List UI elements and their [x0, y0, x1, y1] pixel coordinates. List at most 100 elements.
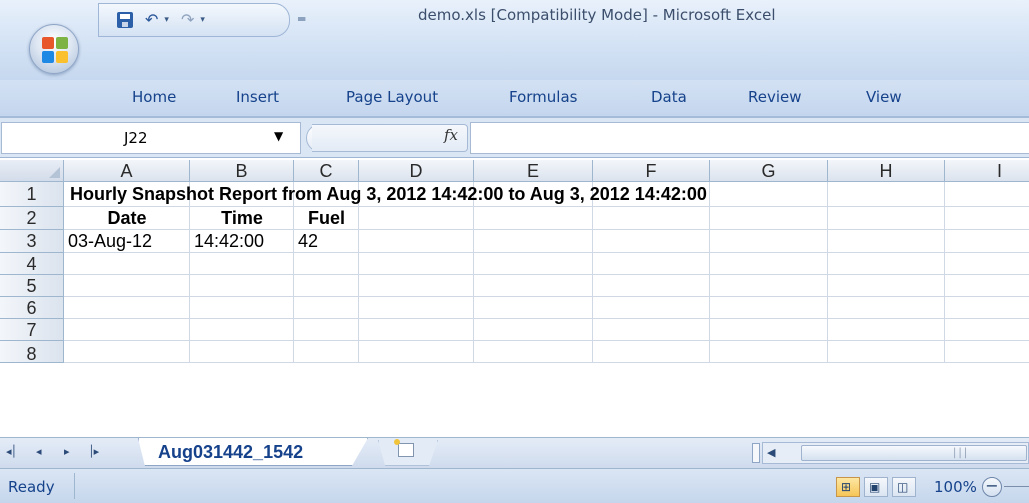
grid-cell[interactable] — [64, 275, 190, 297]
grid-cell[interactable] — [710, 182, 828, 207]
tab-formulas[interactable]: Formulas — [509, 88, 577, 106]
tab-split-handle[interactable] — [752, 443, 760, 463]
cell-a3[interactable]: 03-Aug-12 — [68, 230, 190, 253]
row-header-2[interactable]: 2 — [0, 207, 64, 230]
grid-cell[interactable] — [593, 319, 710, 341]
grid-cell[interactable] — [359, 253, 474, 275]
grid-cell[interactable] — [710, 297, 828, 319]
grid-cell[interactable] — [828, 275, 945, 297]
grid-cell[interactable] — [828, 207, 945, 230]
grid-cell[interactable] — [359, 207, 474, 230]
next-sheet-icon[interactable]: ▸ — [64, 445, 69, 458]
grid-cell[interactable] — [474, 207, 593, 230]
page-layout-view-button[interactable]: ▣ — [864, 477, 888, 497]
page-break-preview-button[interactable]: ◫ — [892, 477, 916, 497]
zoom-slider[interactable] — [1004, 486, 1029, 487]
grid-cell[interactable] — [474, 275, 593, 297]
grid-cell[interactable] — [294, 275, 359, 297]
grid-cell[interactable] — [593, 341, 710, 363]
grid-cell[interactable] — [710, 319, 828, 341]
column-header-h[interactable]: H — [828, 160, 945, 182]
grid-cell[interactable] — [64, 319, 190, 341]
undo-icon[interactable]: ↶ — [145, 12, 158, 28]
formula-input[interactable] — [470, 122, 1029, 154]
previous-sheet-icon[interactable]: ◂ — [36, 445, 41, 458]
name-box-dropdown-icon[interactable]: ▼ — [274, 129, 283, 143]
grid-cell[interactable] — [945, 207, 1029, 230]
zoom-level[interactable]: 100% — [934, 478, 977, 496]
grid-cell[interactable] — [710, 341, 828, 363]
grid-cell[interactable] — [190, 341, 294, 363]
row-header-1[interactable]: 1 — [0, 182, 64, 207]
grid-cell[interactable] — [945, 341, 1029, 363]
insert-function-icon[interactable]: fx — [444, 126, 458, 144]
tab-review[interactable]: Review — [748, 88, 802, 106]
grid-cell[interactable] — [190, 275, 294, 297]
grid-cell[interactable] — [710, 253, 828, 275]
row-header-5[interactable]: 5 — [0, 275, 64, 297]
redo-icon[interactable]: ↷ — [181, 12, 194, 28]
grid-cell[interactable] — [945, 230, 1029, 253]
grid-cell[interactable] — [474, 297, 593, 319]
grid-cell[interactable] — [828, 341, 945, 363]
grid-cell[interactable] — [359, 297, 474, 319]
select-all-button[interactable] — [0, 160, 64, 182]
column-header-f[interactable]: F — [593, 160, 710, 182]
grid-cell[interactable] — [593, 253, 710, 275]
grid-cell[interactable] — [945, 297, 1029, 319]
grid-cell[interactable] — [64, 341, 190, 363]
cell-a2[interactable]: Date — [64, 207, 190, 230]
grid-cell[interactable] — [945, 319, 1029, 341]
grid-cell[interactable] — [359, 275, 474, 297]
tab-home[interactable]: Home — [132, 88, 176, 106]
grid-cell[interactable] — [945, 182, 1029, 207]
cell-b3[interactable]: 14:42:00 — [194, 230, 294, 253]
tab-data[interactable]: Data — [651, 88, 687, 106]
horizontal-scroll-thumb[interactable]: │││ — [801, 445, 1027, 461]
cell-c2[interactable]: Fuel — [294, 207, 359, 230]
grid-cell[interactable] — [294, 297, 359, 319]
grid-cell[interactable] — [593, 297, 710, 319]
normal-view-button[interactable]: ⊞ — [836, 477, 860, 497]
grid-cell[interactable] — [828, 182, 945, 207]
column-header-a[interactable]: A — [64, 160, 190, 182]
grid-cell[interactable] — [593, 230, 710, 253]
column-header-d[interactable]: D — [359, 160, 474, 182]
undo-dropdown-icon[interactable]: ▾ — [164, 15, 169, 25]
grid-cell[interactable] — [359, 230, 474, 253]
tab-page-layout[interactable]: Page Layout — [346, 88, 438, 106]
column-header-g[interactable]: G — [710, 160, 828, 182]
grid-cell[interactable] — [474, 230, 593, 253]
first-sheet-icon[interactable]: ◂│ — [6, 445, 17, 458]
grid-cell[interactable] — [593, 207, 710, 230]
grid-cell[interactable] — [294, 253, 359, 275]
cell-c3[interactable]: 42 — [298, 230, 359, 253]
grid-cell[interactable] — [359, 341, 474, 363]
customize-toolbar-icon[interactable]: ═ — [298, 12, 305, 26]
grid-cell[interactable] — [710, 207, 828, 230]
row-header-6[interactable]: 6 — [0, 297, 64, 319]
grid-cell[interactable] — [64, 297, 190, 319]
row-header-8[interactable]: 8 — [0, 341, 64, 364]
grid-cell[interactable] — [474, 341, 593, 363]
grid-cell[interactable] — [828, 297, 945, 319]
grid-cell[interactable] — [828, 319, 945, 341]
grid-cell[interactable] — [593, 275, 710, 297]
column-header-b[interactable]: B — [190, 160, 294, 182]
grid-cell[interactable] — [828, 230, 945, 253]
scroll-left-icon[interactable]: ◀ — [767, 446, 775, 459]
grid-cell[interactable] — [828, 253, 945, 275]
zoom-out-button[interactable]: − — [982, 477, 1002, 497]
column-header-c[interactable]: C — [294, 160, 359, 182]
row-header-3[interactable]: 3 — [0, 230, 64, 253]
column-header-i[interactable]: I — [945, 160, 1029, 182]
grid-cell[interactable] — [474, 253, 593, 275]
tab-view[interactable]: View — [866, 88, 902, 106]
cell-b2[interactable]: Time — [190, 207, 294, 230]
last-sheet-icon[interactable]: │▸ — [88, 445, 99, 458]
row-header-4[interactable]: 4 — [0, 253, 64, 275]
cell-a1[interactable]: Hourly Snapshot Report from Aug 3, 2012 … — [70, 184, 707, 205]
grid-cell[interactable] — [190, 297, 294, 319]
column-header-e[interactable]: E — [474, 160, 593, 182]
redo-dropdown-icon[interactable]: ▾ — [200, 15, 205, 25]
